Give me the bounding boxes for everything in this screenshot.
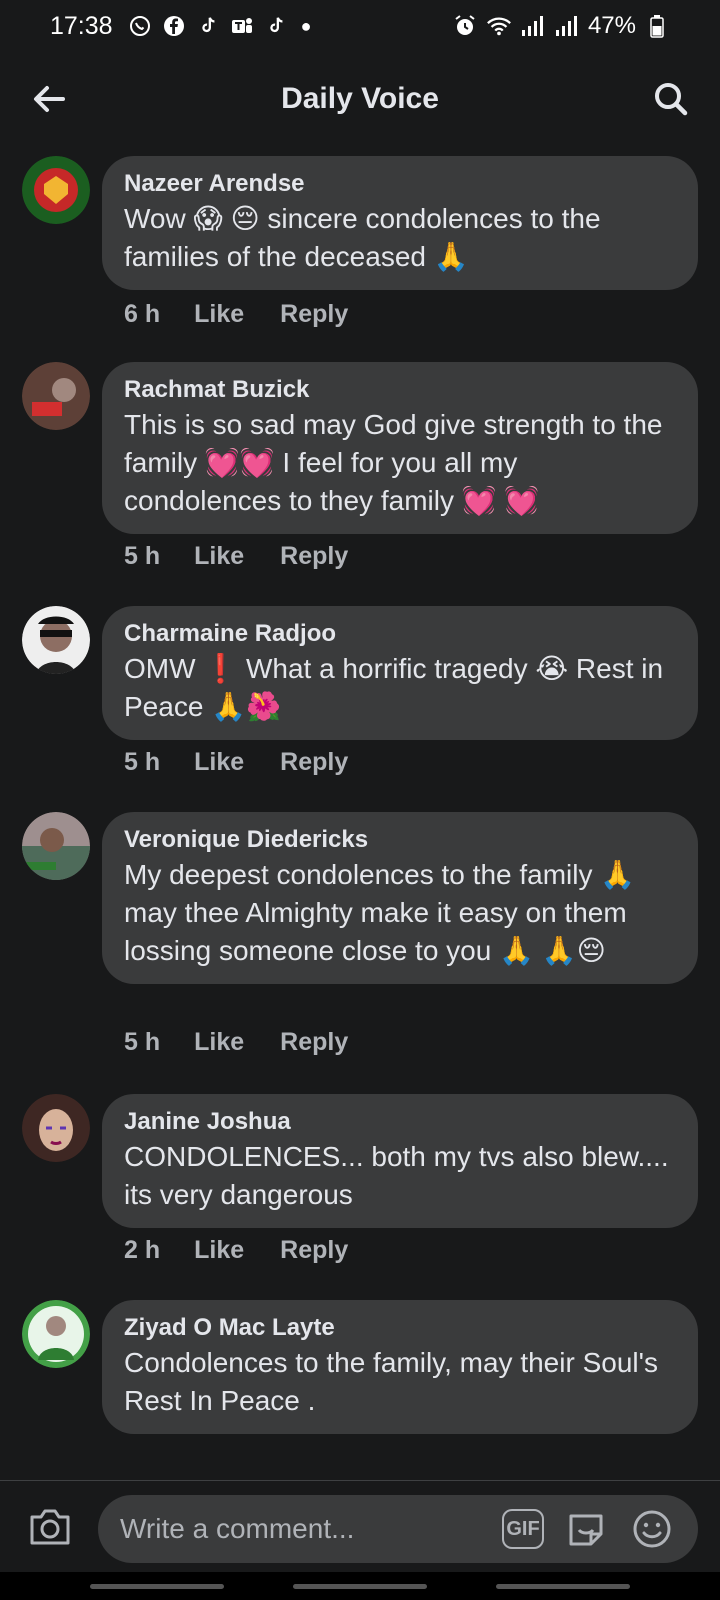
emoji-button[interactable] (630, 1507, 674, 1551)
comment-time: 5 h (124, 748, 161, 776)
status-time: 17:38 (50, 11, 113, 40)
comment-time: 5 h (124, 542, 161, 570)
comment-actions: 6 h Like Reply (124, 300, 348, 329)
comment-author[interactable]: Rachmat Buzick (124, 374, 676, 406)
avatar[interactable] (22, 156, 90, 224)
status-right: 47% (452, 12, 670, 40)
whatsapp-icon (127, 13, 153, 39)
nav-home-indicator[interactable] (293, 1584, 427, 1589)
signal-icon (554, 13, 580, 39)
like-button[interactable]: Like (194, 542, 244, 571)
comment-bubble[interactable]: Nazeer Arendse Wow 😱 😔 sincere condolenc… (102, 156, 698, 290)
comment-bubble[interactable]: Veronique Diedericks My deepest condolen… (102, 812, 698, 984)
like-button[interactable]: Like (194, 748, 244, 777)
emoji-icon (633, 1510, 671, 1548)
comment-composer: GIF (0, 1480, 720, 1572)
comment-text: Condolences to the family, may their Sou… (124, 1347, 658, 1416)
reply-button[interactable]: Reply (280, 1236, 348, 1265)
comment-time: 5 h (124, 1028, 161, 1056)
like-button[interactable]: Like (194, 300, 244, 329)
search-icon (655, 83, 688, 116)
comment-text: My deepest condolences to the family 🙏 m… (124, 859, 636, 966)
teams-icon (229, 13, 255, 39)
comment-actions: 5 h Like Reply (124, 542, 348, 571)
avatar[interactable] (22, 1094, 90, 1162)
comment-actions: 5 h Like Reply (124, 1028, 348, 1057)
comment-author[interactable]: Nazeer Arendse (124, 168, 676, 200)
header: Daily Voice (0, 62, 720, 136)
comment-bubble[interactable]: Ziyad O Mac Layte Condolences to the fam… (102, 1300, 698, 1434)
sticker-button[interactable] (564, 1507, 608, 1551)
comment-author[interactable]: Ziyad O Mac Layte (124, 1312, 676, 1344)
reply-button[interactable]: Reply (280, 1028, 348, 1057)
nav-back-indicator[interactable] (496, 1584, 630, 1589)
tiktok-icon (195, 13, 221, 39)
comment-bubble[interactable]: Janine Joshua CONDOLENCES... both my tvs… (102, 1094, 698, 1228)
comment-text: CONDOLENCES... both my tvs also blew....… (124, 1141, 669, 1210)
comment-text: OMW ❗ What a horrific tragedy 😭 Rest in … (124, 653, 664, 722)
search-button[interactable] (648, 76, 694, 122)
comment-actions: 5 h Like Reply (124, 748, 348, 777)
comment-text: This is so sad may God give strength to … (124, 409, 663, 516)
comment-box: GIF (98, 1495, 698, 1563)
comments-list[interactable]: Nazeer Arendse Wow 😱 😔 sincere condolenc… (0, 150, 720, 1480)
like-button[interactable]: Like (194, 1236, 244, 1265)
more-notifications-dot-icon: ● (300, 15, 312, 36)
battery-percent: 47% (587, 12, 636, 39)
comment-time: 6 h (124, 300, 161, 328)
comment-text: Wow 😱 😔 sincere condolences to the famil… (124, 203, 601, 272)
alarm-icon (452, 13, 478, 39)
avatar[interactable] (22, 606, 90, 674)
avatar[interactable] (22, 1300, 90, 1368)
camera-button[interactable] (26, 1503, 74, 1551)
reply-button[interactable]: Reply (280, 748, 348, 777)
status-left: 17:38 ● (50, 12, 311, 41)
avatar[interactable] (22, 362, 90, 430)
comment-author[interactable]: Janine Joshua (124, 1106, 676, 1138)
battery-icon (644, 13, 670, 39)
comment-author[interactable]: Veronique Diedericks (124, 824, 676, 856)
gif-button[interactable]: GIF (502, 1509, 544, 1549)
signal-icon (520, 13, 546, 39)
comment-time: 2 h (124, 1236, 161, 1264)
camera-icon (30, 1509, 70, 1545)
page-title: Daily Voice (281, 82, 439, 115)
nav-recent-indicator[interactable] (90, 1584, 224, 1589)
avatar[interactable] (22, 812, 90, 880)
comment-actions: 2 h Like Reply (124, 1236, 348, 1265)
reply-button[interactable]: Reply (280, 542, 348, 571)
facebook-icon (161, 13, 187, 39)
like-button[interactable]: Like (194, 1028, 244, 1057)
sticker-icon (569, 1514, 603, 1546)
comment-bubble[interactable]: Rachmat Buzick This is so sad may God gi… (102, 362, 698, 534)
comment-author[interactable]: Charmaine Radjoo (124, 618, 676, 650)
system-nav-bar (0, 1572, 720, 1600)
wifi-icon (486, 13, 512, 39)
comment-input[interactable] (120, 1495, 480, 1563)
reply-button[interactable]: Reply (280, 300, 348, 329)
comment-bubble[interactable]: Charmaine Radjoo OMW ❗ What a horrific t… (102, 606, 698, 740)
back-arrow-icon (34, 86, 65, 112)
back-button[interactable] (26, 76, 72, 122)
status-bar: 17:38 ● 47% (0, 0, 720, 52)
tiktok-icon (263, 13, 289, 39)
